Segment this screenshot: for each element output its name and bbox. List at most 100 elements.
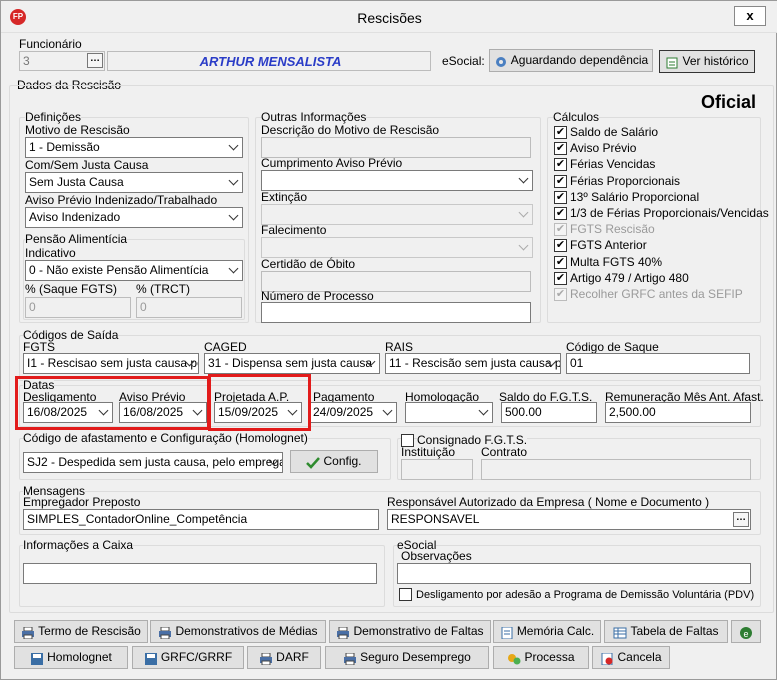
grfc-grrf-label: GRFC/GRRF bbox=[160, 650, 233, 664]
document-icon bbox=[500, 625, 514, 640]
caged-select[interactable]: 31 - Dispensa sem justa causa bbox=[204, 353, 380, 374]
codigo-saque-field[interactable]: 01 bbox=[566, 353, 750, 374]
extincao-select[interactable] bbox=[261, 204, 533, 225]
homologacao-date[interactable] bbox=[405, 402, 493, 423]
saque-fgts-percent-field[interactable]: 0 bbox=[25, 297, 131, 318]
instituicao-field[interactable] bbox=[401, 459, 473, 480]
calculo-label: Saldo de Salário bbox=[570, 125, 659, 139]
title-bar: FP Rescisões x bbox=[1, 1, 777, 33]
calculo-checkbox[interactable]: ✔ bbox=[554, 142, 567, 155]
indicativo-value: 0 - Não existe Pensão Alimentícia bbox=[29, 263, 209, 277]
calculo-checkbox[interactable]: ✔ bbox=[554, 191, 567, 204]
motivo-value: 1 - Demissão bbox=[29, 140, 100, 154]
motivo-select[interactable]: 1 - Demissão bbox=[25, 137, 243, 158]
pdv-checkbox[interactable] bbox=[399, 588, 412, 601]
config-label: Config. bbox=[323, 454, 362, 468]
demonstrativos-medias-button[interactable]: Demonstrativos de Médias bbox=[150, 620, 326, 643]
pdv-label: Desligamento por adesão a Programa de De… bbox=[416, 589, 755, 601]
indicativo-select[interactable]: 0 - Não existe Pensão Alimentícia bbox=[25, 260, 243, 281]
justa-causa-value: Sem Justa Causa bbox=[29, 175, 124, 189]
afastamento-select[interactable]: SJ2 - Despedida sem justa causa, pelo em… bbox=[23, 452, 283, 473]
termo-rescisao-label: Termo de Rescisão bbox=[38, 624, 141, 638]
close-button[interactable]: x bbox=[734, 6, 766, 26]
saldo-fgts-field[interactable]: 500.00 bbox=[501, 402, 597, 423]
calculo-checkbox[interactable]: ✔ bbox=[554, 256, 567, 269]
caixa-field[interactable] bbox=[23, 563, 377, 584]
memoria-calc-button[interactable]: Memória Calc. bbox=[493, 620, 601, 643]
svg-text:e: e bbox=[743, 629, 748, 639]
demonstrativo-faltas-button[interactable]: Demonstrativo de Faltas bbox=[329, 620, 491, 643]
numero-processo-field[interactable] bbox=[261, 302, 531, 323]
demonstrativos-medias-label: Demonstrativos de Médias bbox=[175, 624, 318, 638]
calculo-checkbox[interactable]: ✔ bbox=[554, 239, 567, 252]
cumprimento-aviso-select[interactable] bbox=[261, 170, 533, 191]
chevron-down-icon bbox=[383, 407, 393, 417]
table-icon bbox=[613, 625, 627, 639]
document-icon bbox=[665, 55, 679, 69]
processa-button[interactable]: Processa bbox=[493, 646, 589, 669]
trct-percent-label: % (TRCT) bbox=[136, 282, 190, 296]
cancela-label: Cancela bbox=[617, 650, 662, 664]
preposto-label: Empregador Preposto bbox=[23, 495, 141, 509]
afastamento-label: Código de afastamento e Configuração (Ho… bbox=[23, 431, 308, 445]
preposto-field[interactable]: SIMPLES_ContadorOnline_Competência bbox=[23, 509, 379, 530]
responsavel-label: Responsável Autorizado da Empresa ( Nome… bbox=[387, 495, 710, 509]
caged-value: 31 - Dispensa sem justa causa bbox=[208, 356, 373, 370]
calculo-label: Multa FGTS 40% bbox=[570, 255, 663, 269]
oficial-label: Oficial bbox=[701, 92, 757, 112]
processa-label: Processa bbox=[524, 650, 575, 664]
homolognet-button[interactable]: Homolognet bbox=[14, 646, 128, 669]
funcionario-search-button[interactable]: … bbox=[87, 53, 103, 68]
remuneracao-field[interactable]: 2,500.00 bbox=[605, 402, 751, 423]
motivo-label: Motivo de Rescisão bbox=[25, 123, 130, 137]
observacoes-field[interactable] bbox=[397, 563, 751, 584]
extincao-label: Extinção bbox=[261, 190, 308, 204]
seguro-desemprego-button[interactable]: Seguro Desemprego bbox=[325, 646, 489, 669]
calculo-checkbox[interactable]: ✔ bbox=[554, 272, 567, 285]
config-button[interactable]: Config. bbox=[290, 450, 378, 473]
falecimento-select[interactable] bbox=[261, 237, 533, 258]
justa-causa-select[interactable]: Sem Justa Causa bbox=[25, 172, 243, 193]
funcionario-label: Funcionário bbox=[19, 37, 82, 51]
contrato-field[interactable] bbox=[481, 459, 751, 480]
calculo-checkbox[interactable]: ✔ bbox=[554, 288, 567, 301]
calculo-checkbox[interactable]: ✔ bbox=[554, 223, 567, 236]
responsavel-search-button[interactable]: … bbox=[733, 512, 749, 527]
rais-value: 11 - Rescisão sem justa causa p bbox=[389, 356, 561, 370]
printer-icon bbox=[336, 625, 350, 640]
esocial-logo-button[interactable]: e bbox=[731, 620, 761, 643]
calculo-checkbox[interactable]: ✔ bbox=[554, 175, 567, 188]
esocial-logo-icon: e bbox=[739, 625, 753, 639]
homolognet-label: Homolognet bbox=[47, 650, 112, 664]
darf-button[interactable]: DARF bbox=[247, 646, 321, 669]
tabela-faltas-button[interactable]: Tabela de Faltas bbox=[604, 620, 728, 643]
highlight-box-projetada bbox=[208, 374, 311, 431]
chevron-down-icon bbox=[366, 358, 376, 368]
termo-rescisao-button[interactable]: Termo de Rescisão bbox=[14, 620, 148, 643]
pagamento-date[interactable]: 24/09/2025 bbox=[309, 402, 397, 423]
descricao-motivo-field[interactable] bbox=[261, 137, 531, 158]
rais-select[interactable]: 11 - Rescisão sem justa causa p bbox=[385, 353, 561, 374]
chevron-down-icon bbox=[519, 175, 529, 185]
esocial-status-button[interactable]: Aguardando dependência bbox=[489, 49, 653, 72]
responsavel-field[interactable]: RESPONSAVEL bbox=[387, 509, 751, 530]
pagamento-value: 24/09/2025 bbox=[313, 405, 374, 419]
calculo-label: Férias Vencidas bbox=[570, 157, 656, 171]
trct-percent-field[interactable]: 0 bbox=[136, 297, 242, 318]
cancela-button[interactable]: Cancela bbox=[592, 646, 670, 669]
aviso-previo-tipo-select[interactable]: Aviso Indenizado bbox=[25, 207, 243, 228]
calculo-checkbox[interactable]: ✔ bbox=[554, 158, 567, 171]
chevron-down-icon bbox=[479, 407, 489, 417]
calculo-checkbox[interactable]: ✔ bbox=[554, 126, 567, 139]
grfc-grrf-button[interactable]: GRFC/GRRF bbox=[132, 646, 244, 669]
fgts-code-select[interactable]: I1 - Rescisao sem justa causa po bbox=[23, 353, 199, 374]
chevron-down-icon bbox=[229, 177, 239, 187]
calculo-checkbox[interactable]: ✔ bbox=[554, 207, 567, 220]
chevron-down-icon bbox=[519, 209, 529, 219]
descricao-motivo-label: Descrição do Motivo de Rescisão bbox=[261, 123, 440, 137]
cancel-icon bbox=[600, 651, 614, 666]
chevron-down-icon bbox=[547, 358, 557, 368]
falecimento-label: Falecimento bbox=[261, 223, 327, 237]
ver-historico-button[interactable]: Ver histórico bbox=[659, 50, 755, 73]
calculo-label: Férias Proporcionais bbox=[570, 174, 681, 188]
